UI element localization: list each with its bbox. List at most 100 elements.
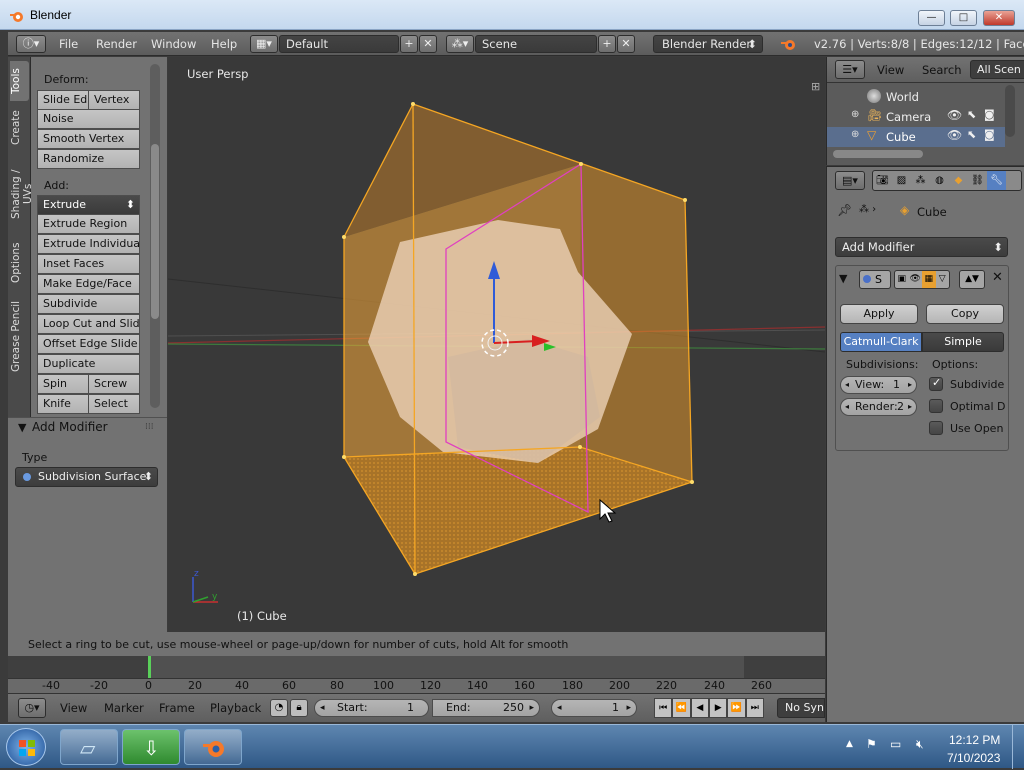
scrollbar-thumb[interactable] <box>151 144 159 319</box>
slide-vertex-button[interactable]: Vertex <box>88 90 140 110</box>
inset-faces-button[interactable]: Inset Faces <box>37 254 140 274</box>
subdivide-button[interactable]: Subdivide <box>37 294 140 314</box>
scene-field[interactable]: Scene <box>475 35 597 53</box>
randomize-button[interactable]: Randomize <box>37 149 140 169</box>
show-hidden-icons[interactable]: ▲ <box>846 739 853 749</box>
outliner-menu-view[interactable]: View <box>877 63 904 77</box>
menu-window[interactable]: Window <box>151 37 196 51</box>
add-modifier-dropdown[interactable]: Add Modifier ⬍ <box>835 237 1008 257</box>
extrude-dropdown[interactable]: Extrude ⬍ <box>37 195 140 215</box>
expand-plus-icon[interactable]: ⊕ <box>851 109 859 120</box>
tab-grease-pencil[interactable]: Grease Pencil <box>10 293 29 379</box>
timeline-area[interactable]: -40 -20 0 20 40 60 80 100 120 140 160 18… <box>8 656 825 693</box>
outliner-menu-search[interactable]: Search <box>922 63 962 77</box>
add-layout-plus-icon[interactable]: + <box>400 35 418 53</box>
collapse-triangle-icon[interactable]: ▼ <box>18 421 26 434</box>
volume-muted-icon[interactable]: 🔇︎ <box>916 737 924 752</box>
tab-options[interactable]: Options <box>10 237 29 289</box>
use-opensubdiv-checkbox[interactable] <box>929 421 943 435</box>
tab-shading-uvs[interactable]: Shading / UVs <box>10 155 34 233</box>
minimize-button[interactable]: — <box>918 10 945 26</box>
layout-field[interactable]: Default <box>279 35 399 53</box>
next-keyframe-icon[interactable]: ⏩ <box>727 698 746 718</box>
increment-arrow-icon[interactable]: ▸ <box>529 700 534 716</box>
taskbar-blender[interactable] <box>184 729 242 765</box>
start-frame-field[interactable]: ◂ Start: 1 <box>314 699 429 717</box>
action-center-flag-icon[interactable]: ⚑ <box>866 737 877 751</box>
apply-button[interactable]: Apply <box>840 304 918 324</box>
screen-layout-icon[interactable]: ▦▾ <box>250 35 278 53</box>
clock-date[interactable]: 7/10/2023 <box>947 751 1000 765</box>
viewport-scene[interactable]: ⊞ <box>168 57 825 632</box>
cage-toggle-icon[interactable]: ▽ <box>936 271 950 288</box>
add-scene-plus-icon[interactable]: + <box>598 35 616 53</box>
render-layers-tab-icon[interactable]: ▨ <box>892 171 911 190</box>
current-frame-marker[interactable] <box>148 656 151 678</box>
show-desktop-button[interactable] <box>1012 725 1024 769</box>
menu-help[interactable]: Help <box>211 37 237 51</box>
modifier-type-dropdown[interactable]: Subdivision Surface ⬍ <box>15 467 158 487</box>
object-tab-icon[interactable]: ◆ <box>949 171 968 190</box>
jump-end-icon[interactable]: ⏭ <box>745 698 764 718</box>
prev-keyframe-icon[interactable]: ⏪ <box>672 698 691 718</box>
jump-start-icon[interactable]: ⏮ <box>654 698 673 718</box>
current-frame-field[interactable]: ◂ 1 ▸ <box>551 699 637 717</box>
noise-button[interactable]: Noise <box>37 109 140 129</box>
world-tab-icon[interactable]: ◍ <box>930 171 949 190</box>
start-button[interactable] <box>6 728 46 766</box>
display-icon[interactable]: ▭ <box>890 737 901 751</box>
expand-plus-icon[interactable]: ⊕ <box>851 129 859 140</box>
collapse-triangle-icon[interactable]: ▼ <box>839 272 847 285</box>
decrement-arrow-icon[interactable]: ◂ <box>557 700 562 716</box>
tab-tools[interactable]: Tools <box>10 61 29 101</box>
modifiers-wrench-icon[interactable]: 🔧︎ <box>987 171 1006 190</box>
modifier-name-field[interactable]: S <box>859 270 891 289</box>
remove-modifier-x-icon[interactable]: ✕ <box>992 270 1003 285</box>
extrude-individual-button[interactable]: Extrude Individual <box>37 234 140 254</box>
outliner-scrollbar[interactable] <box>1005 85 1015 137</box>
smooth-vertex-button[interactable]: Smooth Vertex <box>37 129 140 149</box>
offset-edge-slide-button[interactable]: Offset Edge Slide <box>37 334 140 354</box>
outliner-item-camera[interactable]: Camera <box>886 110 931 124</box>
end-frame-field[interactable]: End: 250 ▸ <box>432 699 540 717</box>
scene-tab-icon[interactable]: ⁂ <box>911 171 930 190</box>
area-split-icon[interactable]: ⊞ <box>811 80 820 93</box>
duplicate-button[interactable]: Duplicate <box>37 354 140 374</box>
timeline-menu-view[interactable]: View <box>60 701 87 715</box>
constraints-tab-icon[interactable]: ⛓︎ <box>968 171 987 190</box>
outliner-display-dropdown[interactable]: All Scen <box>970 60 1024 79</box>
select-button[interactable]: Select <box>88 394 140 414</box>
viewport-eye-icon[interactable]: 👁︎ <box>909 271 923 288</box>
lock-icon[interactable]: 🔒︎ <box>290 699 308 717</box>
taskbar-downloader[interactable]: ⇩ <box>122 729 180 765</box>
outliner-hscrollbar[interactable] <box>833 150 923 158</box>
clock-time[interactable]: 12:12 PM <box>949 733 1000 747</box>
remove-scene-x-icon[interactable]: ✕ <box>617 35 635 53</box>
visibility-eye-icon[interactable]: 👁︎ <box>947 128 962 142</box>
editmode-toggle-icon[interactable]: ▦ <box>922 271 936 288</box>
render-camera-icon[interactable]: ◙ <box>984 128 995 141</box>
decrement-arrow-icon[interactable]: ◂ <box>845 399 849 415</box>
outliner-editor-icon[interactable]: ☰▾ <box>835 60 865 79</box>
render-tab-icon[interactable]: 📷︎ <box>873 171 892 190</box>
outliner-item-world[interactable]: World <box>886 90 919 104</box>
slide-edge-button[interactable]: Slide Ed <box>37 90 89 110</box>
knife-button[interactable]: Knife <box>37 394 89 414</box>
screw-button[interactable]: Screw <box>88 374 140 394</box>
render-camera-icon[interactable]: ◙ <box>984 108 995 121</box>
play-reverse-icon[interactable]: ◀ <box>690 698 709 718</box>
extrude-region-button[interactable]: Extrude Region <box>37 214 140 234</box>
3d-viewport[interactable]: ⊞ User Persp z y (1) Cube <box>168 57 825 632</box>
menu-render[interactable]: Render <box>96 37 137 51</box>
outliner-item-cube[interactable]: Cube <box>886 130 916 144</box>
editor-type-info-icon[interactable]: ⓘ▾ <box>16 35 46 53</box>
move-up-down-icon[interactable]: ▲▼ <box>959 270 985 289</box>
drag-handle-icon[interactable]: ⁞⁞⁞ <box>145 422 154 432</box>
timeline-menu-playback[interactable]: Playback <box>210 701 261 715</box>
decrement-arrow-icon[interactable]: ◂ <box>845 377 849 393</box>
timeline-menu-marker[interactable]: Marker <box>104 701 144 715</box>
remove-layout-x-icon[interactable]: ✕ <box>419 35 437 53</box>
catmull-clark-toggle[interactable]: Catmull-Clark <box>840 332 922 352</box>
menu-file[interactable]: File <box>59 37 78 51</box>
tab-create[interactable]: Create <box>10 105 29 151</box>
